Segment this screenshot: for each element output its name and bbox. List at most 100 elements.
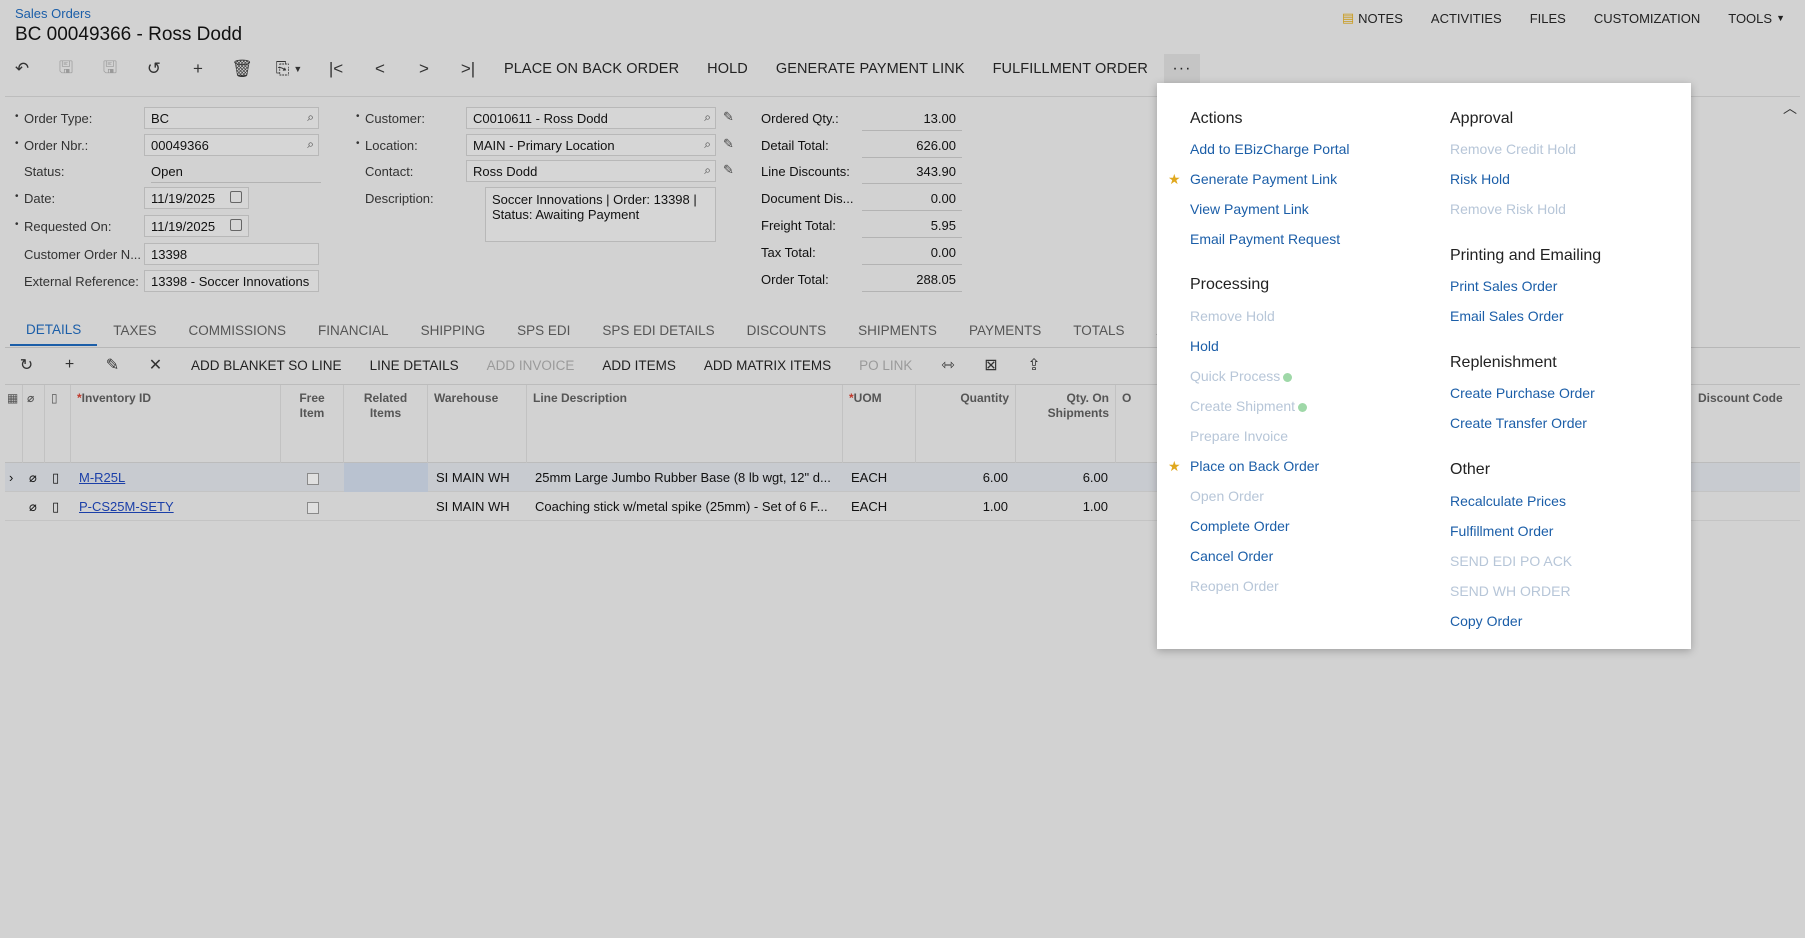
tools-link[interactable]: TOOLS ▼ [1728,10,1785,26]
search-icon[interactable]: ⌕ [704,137,711,152]
quantity-cell[interactable]: 6.00 [916,463,1016,492]
next-record-icon[interactable]: > [402,54,446,84]
menu-fulfillment-order[interactable]: Fulfillment Order [1450,523,1553,539]
add-items-button[interactable]: ADD ITEMS [588,358,690,373]
place-on-back-order-button[interactable]: PLACE ON BACK ORDER [490,54,693,84]
menu-remove-risk-hold[interactable]: Remove Risk Hold [1450,201,1566,217]
tab-commissions[interactable]: COMMISSIONS [173,323,303,346]
external-reference-field[interactable]: 13398 - Soccer Innovations [144,270,319,292]
free-item-header[interactable]: Free Item [281,385,344,463]
undo-icon[interactable]: ↺ [132,54,176,84]
more-actions-button[interactable]: ··· [1163,54,1200,84]
first-record-icon[interactable]: |< [314,54,358,84]
order-nbr-field[interactable]: 00049366 ⌕ [144,134,319,156]
inventory-id-cell[interactable]: M-R25L [71,463,281,492]
customer-field[interactable]: C0010611 - Ross Dodd ⌕ [466,107,716,129]
qty-on-shipments-cell[interactable]: 1.00 [1016,492,1116,521]
menu-risk-hold[interactable]: Risk Hold [1450,171,1510,187]
menu-complete-order[interactable]: Complete Order [1190,518,1290,534]
menu-send-edi-po-ack[interactable]: SEND EDI PO ACK [1450,553,1572,569]
requested-on-field[interactable]: 11/19/2025 [144,215,249,237]
description-field[interactable]: Soccer Innovations | Order: 13398 | Stat… [485,187,716,242]
uom-header[interactable]: *UOM [843,385,916,463]
menu-place-on-back-order[interactable]: Place on Back Order [1190,458,1319,474]
menu-prepare-invoice[interactable]: Prepare Invoice [1190,428,1288,444]
menu-reopen-order[interactable]: Reopen Order [1190,578,1279,594]
search-icon[interactable]: ⌕ [704,110,711,125]
collapse-icon[interactable]: ︿ [1783,98,1797,118]
line-description-cell[interactable]: Coaching stick w/metal spike (25mm) - Se… [527,492,843,521]
generate-payment-link-button[interactable]: GENERATE PAYMENT LINK [762,54,979,84]
order-type-field[interactable]: BC ⌕ [144,107,319,129]
quantity-header[interactable]: Quantity [916,385,1016,463]
customer-order-field[interactable]: 13398 [144,243,319,265]
menu-cancel-order[interactable]: Cancel Order [1190,548,1273,564]
qty-on-shipments-header[interactable]: Qty. On Shipments [1016,385,1116,463]
discount-code-header[interactable]: Discount Code [1692,385,1800,463]
edit-location-icon[interactable]: ✎ [723,136,734,152]
breadcrumb[interactable]: Sales Orders [15,6,91,21]
menu-print-sales-order[interactable]: Print Sales Order [1450,278,1557,294]
star-icon[interactable]: ★ [1168,458,1181,475]
add-invoice-button[interactable]: ADD INVOICE [473,358,589,373]
menu-hold[interactable]: Hold [1190,338,1219,354]
delete-row-icon[interactable]: ✕ [134,349,177,381]
menu-recalculate-prices[interactable]: Recalculate Prices [1450,493,1566,509]
menu-view-payment-link[interactable]: View Payment Link [1190,201,1309,217]
add-row-icon[interactable]: + [48,349,91,381]
uom-cell[interactable]: EACH [843,492,916,521]
activities-link[interactable]: ACTIVITIES [1431,10,1502,26]
refresh-icon[interactable]: ↻ [5,349,48,381]
row-selector-icon[interactable]: ▦ [5,385,23,463]
files-link[interactable]: FILES [1530,10,1566,26]
tab-payments[interactable]: PAYMENTS [953,323,1057,346]
tab-sps-edi-details[interactable]: SPS EDI DETAILS [586,323,730,346]
menu-add-ebizcharge-portal[interactable]: Add to EBizCharge Portal [1190,141,1350,157]
menu-quick-process[interactable]: Quick Process [1190,368,1293,384]
menu-create-shipment[interactable]: Create Shipment [1190,398,1308,414]
export-excel-icon[interactable]: ⊠ [969,349,1012,381]
menu-remove-hold[interactable]: Remove Hold [1190,308,1275,324]
related-items-cell[interactable] [344,463,428,492]
free-item-checkbox[interactable] [281,463,344,492]
back-icon[interactable]: ↶ [0,54,44,84]
menu-create-purchase-order[interactable]: Create Purchase Order [1450,385,1595,401]
notes-link[interactable]: ▤ NOTES [1342,10,1403,26]
note-icon[interactable]: ▯ [45,492,71,521]
location-field[interactable]: MAIN - Primary Location ⌕ [466,134,716,156]
add-blanket-so-line-button[interactable]: ADD BLANKET SO LINE [177,358,356,373]
menu-email-payment-request[interactable]: Email Payment Request [1190,231,1340,247]
menu-generate-payment-link[interactable]: Generate Payment Link [1190,171,1337,187]
line-details-button[interactable]: LINE DETAILS [356,358,473,373]
attachment-icon[interactable]: ⌀ [23,463,45,492]
calendar-icon[interactable] [230,219,242,231]
tab-financial[interactable]: FINANCIAL [302,323,405,346]
free-item-checkbox[interactable] [281,492,344,521]
previous-record-icon[interactable]: < [358,54,402,84]
last-record-icon[interactable]: >| [446,54,490,84]
tab-details[interactable]: DETAILS [10,322,98,346]
attachment-icon[interactable]: ⌀ [23,492,45,521]
hold-button[interactable]: HOLD [693,54,762,84]
menu-open-order[interactable]: Open Order [1190,488,1264,504]
tab-sps-edi[interactable]: SPS EDI [501,323,586,346]
line-description-header[interactable]: Line Description [527,385,843,463]
quantity-cell[interactable]: 1.00 [916,492,1016,521]
expand-row-icon[interactable]: › [5,463,23,492]
upload-icon[interactable]: ⇪ [1012,349,1055,381]
customization-link[interactable]: CUSTOMIZATION [1594,10,1700,26]
tab-discounts[interactable]: DISCOUNTS [731,323,843,346]
note-icon[interactable]: ▯ [45,463,71,492]
tab-totals[interactable]: TOTALS [1057,323,1140,346]
search-icon[interactable]: ⌕ [704,163,711,178]
contact-field[interactable]: Ross Dodd ⌕ [466,160,716,182]
edit-customer-icon[interactable]: ✎ [723,109,734,125]
related-items-header[interactable]: Related Items [344,385,428,463]
save-close-icon[interactable]: 🖫 [44,54,88,84]
search-icon[interactable]: ⌕ [307,110,314,125]
add-matrix-items-button[interactable]: ADD MATRIX ITEMS [690,358,845,373]
fulfillment-order-button[interactable]: FULFILLMENT ORDER [979,54,1162,84]
warehouse-cell[interactable]: SI MAIN WH [428,492,527,521]
delete-icon[interactable]: 🗑 [220,54,264,84]
tab-shipping[interactable]: SHIPPING [405,323,502,346]
